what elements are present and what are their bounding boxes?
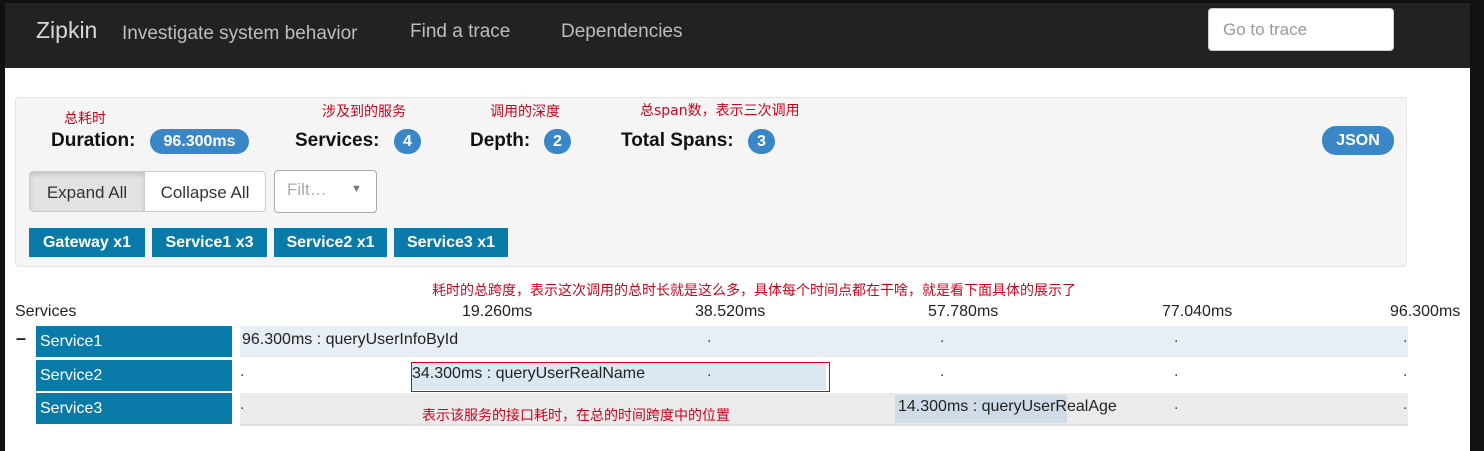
- services-label: Services:: [295, 130, 380, 151]
- span-label[interactable]: 14.300ms : queryUserRealAge: [898, 398, 1117, 416]
- row-service-label: Service1: [40, 333, 103, 350]
- tick-label: 57.780ms: [928, 303, 999, 320]
- annotation-services: 涉及到的服务: [322, 104, 406, 120]
- tick-dot: .: [940, 329, 945, 346]
- service-tag-gateway[interactable]: Gateway x1: [29, 228, 145, 257]
- tick-label: 77.040ms: [1162, 303, 1233, 320]
- annotation-timeline: 耗时的总跨度，表示这次调用的总时长就是这么多，具体每个时间点都在干啥，就是看下面…: [432, 283, 1076, 299]
- brand-tagline: Investigate system behavior: [122, 23, 358, 44]
- nav-find-trace[interactable]: Find a trace: [410, 21, 510, 43]
- tick-label: 19.260ms: [462, 303, 533, 320]
- caret-down-icon: ▼: [351, 183, 362, 195]
- filter-placeholder: Filt…: [287, 180, 327, 199]
- top-navbar: Zipkin Investigate system behavior Find …: [5, 3, 1470, 68]
- tick-dot: .: [1174, 396, 1179, 413]
- tick-dot: .: [1403, 363, 1408, 380]
- service-tag-service1[interactable]: Service1 x3: [152, 228, 267, 257]
- service-tag-service3[interactable]: Service3 x1: [394, 228, 508, 257]
- tick-dot: .: [940, 363, 945, 380]
- annotation-depth: 调用的深度: [490, 104, 560, 120]
- collapse-toggle-icon[interactable]: –: [16, 328, 26, 349]
- trace-row[interactable]: – Service1 96.300ms : queryUserInfoById …: [15, 326, 1408, 359]
- tick-dot: .: [1403, 329, 1408, 346]
- brand-logo[interactable]: Zipkin: [36, 17, 97, 44]
- service-filter-select[interactable]: Filt… ▼: [274, 170, 377, 213]
- span-track: [240, 393, 1408, 426]
- annotation-position: 表示该服务的接口耗时，在总的时间跨度中的位置: [422, 408, 730, 424]
- total-spans-badge: 3: [748, 129, 775, 154]
- services-badge: 4: [394, 129, 421, 154]
- window-frame-right: [1470, 0, 1484, 451]
- tick-dot: .: [1174, 363, 1179, 380]
- annotation-highlight-box: [411, 362, 830, 392]
- row-service-label: Service2: [40, 367, 103, 384]
- go-to-trace-input[interactable]: [1208, 8, 1394, 51]
- duration-label: Duration:: [51, 130, 136, 151]
- tick-label: 38.520ms: [695, 303, 766, 320]
- tick-dot: .: [240, 363, 245, 380]
- depth-label: Depth:: [470, 130, 531, 151]
- annotation-duration: 总耗时: [64, 111, 106, 127]
- row-service-name[interactable]: Service2: [36, 360, 232, 391]
- collapse-all-button[interactable]: Collapse All: [144, 171, 266, 212]
- tick-dot: .: [1174, 329, 1179, 346]
- tick-label: 96.300ms: [1390, 303, 1461, 320]
- trace-summary-panel: 总耗时 涉及到的服务 调用的深度 总span数，表示三次调用 Duration:…: [15, 97, 1407, 267]
- duration-badge: 96.300ms: [150, 129, 249, 154]
- depth-badge: 2: [544, 129, 571, 154]
- span-label[interactable]: 96.300ms : queryUserInfoById: [242, 331, 458, 349]
- row-service-name[interactable]: Service1: [36, 326, 232, 357]
- tick-dot: .: [1403, 396, 1408, 413]
- annotation-spans: 总span数，表示三次调用: [640, 103, 800, 119]
- nav-dependencies[interactable]: Dependencies: [561, 21, 682, 43]
- tick-dot: .: [240, 396, 245, 413]
- services-column-header: Services: [15, 303, 77, 320]
- expand-all-button[interactable]: Expand All: [29, 171, 145, 212]
- row-service-label: Service3: [40, 400, 103, 417]
- tick-dot: .: [707, 329, 712, 346]
- service-tag-service2[interactable]: Service2 x1: [274, 228, 387, 257]
- json-button[interactable]: JSON: [1322, 126, 1394, 155]
- row-service-name[interactable]: Service3: [36, 393, 232, 424]
- total-spans-label: Total Spans:: [621, 130, 734, 151]
